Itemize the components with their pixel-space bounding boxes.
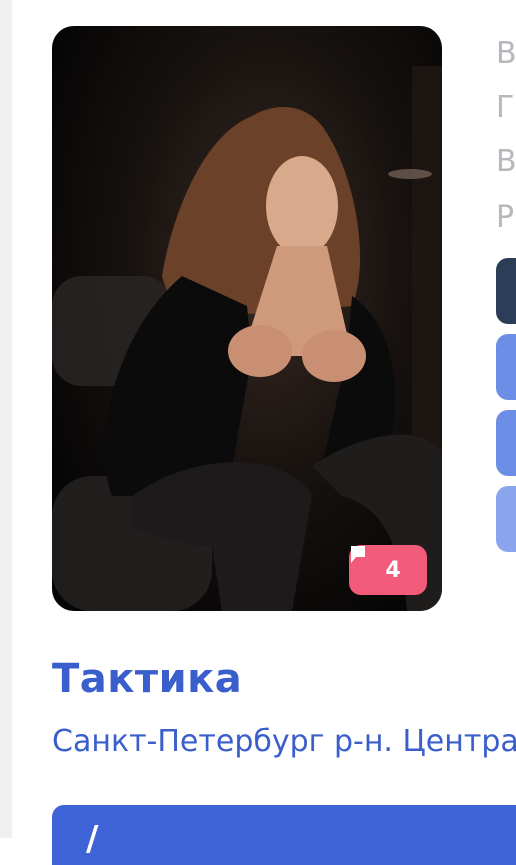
- left-rail: [0, 0, 12, 838]
- side-button-2[interactable]: [496, 334, 516, 400]
- side-button-3[interactable]: [496, 410, 516, 476]
- spec-label-2: Гр: [496, 90, 516, 125]
- side-info-column: В Гр В Р: [496, 0, 516, 560]
- photo-illustration: [52, 66, 442, 611]
- action-glyph: /: [86, 819, 99, 859]
- listing-location: Санкт-Петербург р-н. Центра: [52, 724, 516, 759]
- listing-title[interactable]: Тактика: [52, 656, 242, 702]
- comments-count: 4: [385, 557, 401, 583]
- spec-label-4: Р: [496, 200, 515, 235]
- side-button-4[interactable]: [496, 486, 516, 552]
- comments-badge[interactable]: 4: [349, 545, 427, 595]
- listing-photo[interactable]: 4: [52, 26, 442, 611]
- spec-label-3: В: [496, 144, 516, 179]
- side-button-1[interactable]: [496, 258, 516, 324]
- primary-action-button[interactable]: /: [52, 805, 516, 865]
- spec-label-1: В: [496, 36, 516, 71]
